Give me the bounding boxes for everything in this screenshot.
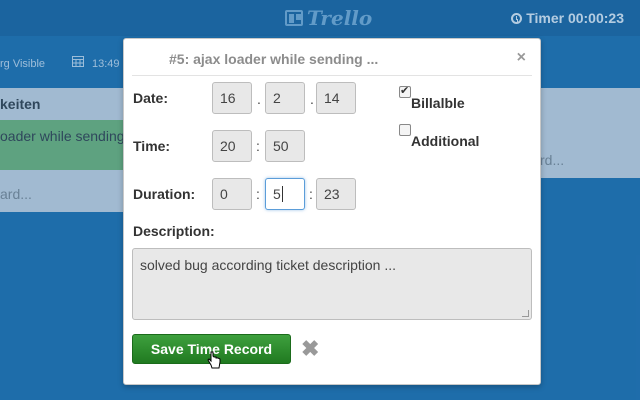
text-caret — [281, 186, 283, 202]
time-minute-input[interactable]: 50 — [265, 130, 305, 162]
billable-checkbox[interactable] — [399, 84, 411, 98]
hand-pointer-icon — [207, 351, 221, 374]
cancel-icon[interactable]: ✖ — [301, 336, 319, 362]
date-day-input[interactable]: 16 — [212, 82, 252, 114]
duration-minutes-input[interactable]: 5 — [265, 178, 305, 210]
duration-minutes-value: 5 — [273, 186, 281, 202]
duration-hours-input[interactable]: 0 — [212, 178, 252, 210]
time-separator: : — [256, 138, 260, 154]
additional-checkbox[interactable] — [399, 124, 411, 136]
date-label: Date: — [133, 90, 169, 106]
description-textarea[interactable]: solved bug according ticket description … — [132, 248, 532, 320]
date-month-input[interactable]: 2 — [265, 82, 305, 114]
description-label: Description: — [133, 223, 215, 239]
date-year-input[interactable]: 14 — [316, 82, 356, 114]
time-record-dialog: #5: ajax loader while sending ... × Date… — [123, 38, 541, 385]
time-hour-input[interactable]: 20 — [212, 130, 252, 162]
close-icon[interactable]: × — [517, 49, 526, 67]
duration-seconds-input[interactable]: 23 — [316, 178, 356, 210]
time-label: Time: — [133, 138, 171, 154]
billable-label: Billalble — [411, 95, 465, 111]
duration-separator: : — [256, 186, 260, 202]
description-text: solved bug according ticket description … — [140, 257, 397, 273]
duration-label: Duration: — [133, 186, 196, 202]
date-separator: . — [310, 91, 314, 107]
duration-separator: : — [309, 186, 313, 202]
date-separator: . — [257, 91, 261, 107]
additional-label: Additional — [411, 133, 480, 149]
divider — [132, 75, 532, 76]
resize-handle-icon[interactable] — [522, 310, 529, 317]
dialog-title: #5: ajax loader while sending ... — [169, 51, 379, 67]
